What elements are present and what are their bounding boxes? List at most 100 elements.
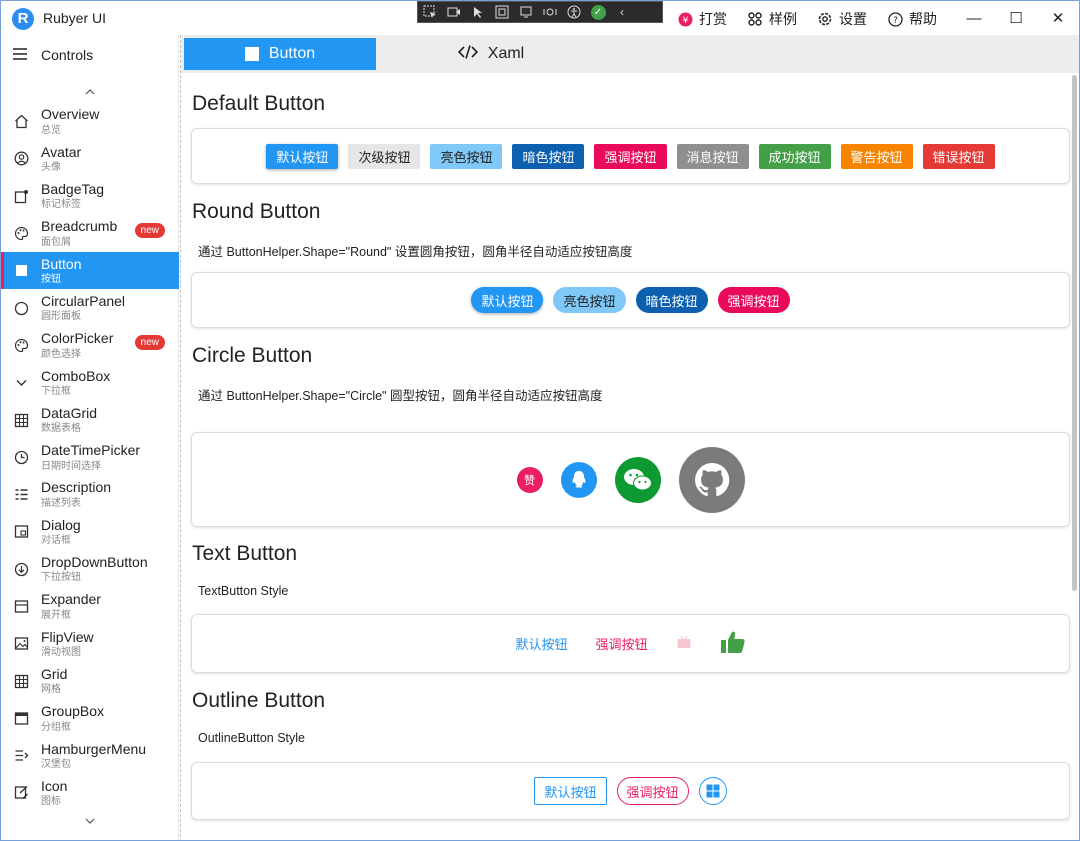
layout-icon[interactable] [514,2,538,22]
scrollbar-thumb[interactable] [1072,75,1077,591]
gear-icon [817,11,833,27]
sidebar-item-combobox[interactable]: ComboBox下拉框 [1,364,179,401]
sidebar-item-button[interactable]: Button按钮 [1,252,179,289]
sidebar: Controls Overview 总览 Avatar头像 BadgeTag标记标… [1,35,179,841]
scroll-up-icon[interactable] [81,83,99,101]
tv-icon[interactable] [676,635,692,653]
code-icon [458,44,478,65]
thumbs-up-icon[interactable] [720,630,746,658]
sidebar-item-dropdownbutton[interactable]: DropDownButton下拉按钮 [1,551,179,588]
outline-accent-button[interactable]: 强调按钮 [617,777,689,805]
groupbox-icon [1,711,41,726]
menu-samples[interactable]: 样例 [747,9,797,29]
sidebar-item-sub: 总览 [41,125,99,136]
maximize-button[interactable]: ☐ [995,1,1037,35]
windows-icon [706,784,720,798]
sidebar-item-overview[interactable]: Overview 总览 [1,103,179,140]
round-default-button[interactable]: 默认按钮 [471,287,543,313]
scroll-down-icon[interactable] [81,812,99,830]
check-ok-icon[interactable]: ✓ [586,2,610,22]
sidebar-item-label: Avatar [41,145,81,160]
app-window: R Rubyer UI ✓ ‹ ¥ 打赏 样例 设置 [0,0,1080,841]
collapse-toolbar-icon[interactable]: ‹ [610,2,634,22]
secondary-button[interactable]: 次级按钮 [348,144,420,169]
outline-default-button[interactable]: 默认按钮 [534,777,606,805]
github-circle-button[interactable] [679,447,745,513]
sidebar-item-icon[interactable]: Icon图标 [1,774,179,811]
sidebar-item-circularpanel[interactable]: CircularPanel圆形面板 [1,289,179,326]
section-title-text: Text Button [192,542,297,566]
sidebar-item-hamburgermenu[interactable]: HamburgerMenu汉堡包 [1,737,179,774]
qq-circle-button[interactable] [561,462,597,498]
sidebar-item-groupbox[interactable]: GroupBox分组框 [1,700,179,737]
record-icon[interactable] [442,2,466,22]
section-desc-text: TextButton Style [198,584,288,598]
chevron-down-icon [1,375,41,390]
square-icon [1,263,41,278]
sidebar-item-grid[interactable]: Grid网格 [1,662,179,699]
hamburger-icon [13,47,27,63]
text-default-button[interactable]: 默认按钮 [515,634,567,653]
sidebar-item-label: Description [41,480,111,495]
text-accent-button[interactable]: 强调按钮 [596,634,648,653]
menu-help-label: 帮助 [909,9,937,29]
like-circle-button[interactable]: 赞 [517,467,543,493]
sidebar-item-avatar[interactable]: Avatar头像 [1,140,179,177]
sidebar-item-datetimepicker[interactable]: DateTimePicker日期时间选择 [1,439,179,476]
sidebar-item-description[interactable]: Description描述列表 [1,476,179,513]
tab-label: Xaml [488,45,524,63]
round-button-card: 默认按钮 亮色按钮 暗色按钮 强调按钮 [191,272,1070,328]
dark-button[interactable]: 暗色按钮 [512,144,584,169]
sidebar-item-breadcrumb[interactable]: Breadcrumb面包屑 new [1,215,179,252]
sidebar-item-badgetag[interactable]: BadgeTag标记标签 [1,178,179,215]
outline-windows-button[interactable] [699,777,727,805]
round-light-button[interactable]: 亮色按钮 [553,287,625,313]
menu-reward-label: 打赏 [699,9,727,29]
round-dark-button[interactable]: 暗色按钮 [636,287,708,313]
sidebar-item-label: Button [41,257,81,272]
sidebar-item-label: ComboBox [41,369,110,384]
select-element-icon[interactable] [418,2,442,22]
light-button[interactable]: 亮色按钮 [430,144,502,169]
close-button[interactable]: ✕ [1037,1,1079,35]
sidebar-item-datagrid[interactable]: DataGrid数据表格 [1,401,179,438]
qq-icon [570,470,588,490]
info-button[interactable]: 消息按钮 [677,144,749,169]
round-accent-button[interactable]: 强调按钮 [718,287,790,313]
hot-reload-icon[interactable] [538,2,562,22]
square-icon [245,47,259,61]
warning-button[interactable]: 警告按钮 [841,144,913,169]
sidebar-item-sub: 数据表格 [41,423,97,434]
sidebar-item-label: DateTimePicker [41,443,140,458]
danger-button[interactable]: 错误按钮 [923,144,995,169]
accent-button[interactable]: 强调按钮 [594,144,666,169]
menu-reward[interactable]: ¥ 打赏 [677,9,727,29]
sidebar-item-colorpicker[interactable]: ColorPicker颜色选择 new [1,327,179,364]
success-button[interactable]: 成功按钮 [759,144,831,169]
sidebar-item-label: Grid [41,667,67,682]
sidebar-item-label: Icon [41,779,67,794]
sidebar-item-dialog[interactable]: Dialog对话框 [1,513,179,550]
sidebar-item-flipview[interactable]: FlipView滑动视图 [1,625,179,662]
sidebar-item-sub: 圆形面板 [41,311,125,322]
menu-settings[interactable]: 设置 [817,9,867,29]
menu-help[interactable]: ? 帮助 [887,9,937,29]
sidebar-item-label: Dialog [41,518,81,533]
tab-xaml[interactable]: Xaml [401,38,581,70]
main-content: Button Xaml Default Button 默认按钮 次级按钮 亮色按… [180,35,1080,841]
default-button[interactable]: 默认按钮 [266,144,338,169]
minimize-button[interactable]: — [953,1,995,35]
dialog-icon [1,524,41,539]
tab-button[interactable]: Button [184,38,376,70]
wechat-circle-button[interactable] [615,457,661,503]
sidebar-item-label: Overview [41,107,99,122]
sidebar-item-sub: 面包屑 [41,237,117,248]
accessibility-icon[interactable] [562,2,586,22]
sidebar-header[interactable]: Controls [1,35,178,75]
sidebar-item-expander[interactable]: Expander展开框 [1,588,179,625]
frame-icon[interactable] [490,2,514,22]
app-title: Rubyer UI [43,10,106,26]
pointer-icon[interactable] [466,2,490,22]
grid-icon [747,11,763,27]
section-title-circle: Circle Button [192,344,312,368]
